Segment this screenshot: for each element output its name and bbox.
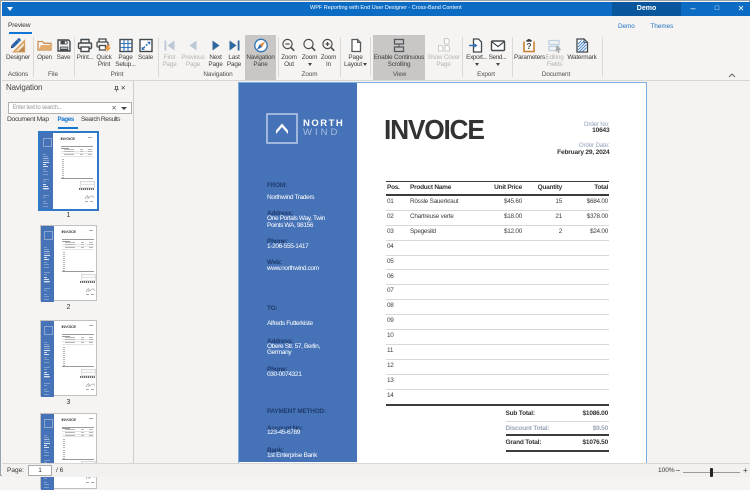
svg-text:?: ? (526, 41, 531, 51)
